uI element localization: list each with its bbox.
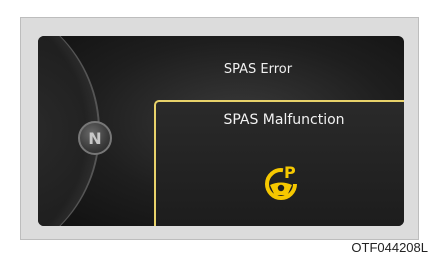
- warning-message-text: SPAS Malfunction: [223, 112, 345, 128]
- figure-frame: N SPAS Error SPAS Malfunction P: [20, 17, 419, 240]
- message-header: SPAS Error: [223, 62, 293, 77]
- svg-text:P: P: [284, 163, 296, 182]
- steering-wheel-parking-icon: P: [265, 163, 297, 200]
- warning-message-box: SPAS Malfunction P: [154, 100, 404, 226]
- figure-caption: OTF044208L: [351, 240, 428, 255]
- instrument-cluster: N SPAS Error SPAS Malfunction P: [38, 36, 404, 226]
- gear-indicator: N: [78, 121, 112, 155]
